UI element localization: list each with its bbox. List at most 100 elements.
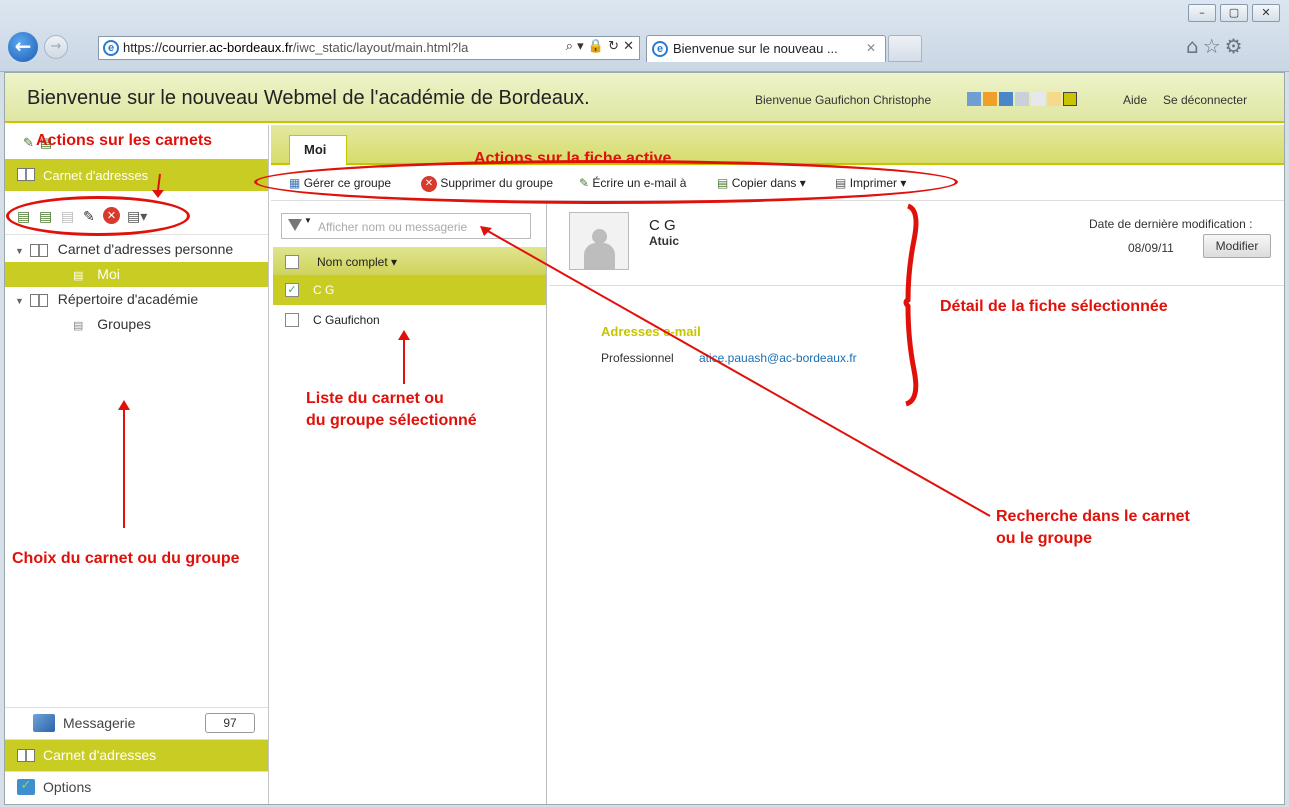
write-email-button[interactable]: ✎ Écrire un e-mail à (579, 176, 686, 190)
ie-page-icon: e (103, 40, 119, 56)
theme-swatch[interactable] (1015, 92, 1029, 106)
tree-item-label: Répertoire d'académie (57, 291, 199, 307)
url-prefix: https://courrier. (123, 40, 209, 55)
nav-label: Options (43, 779, 92, 795)
tree-item-groups[interactable]: ▤ Groupes (5, 312, 268, 337)
contact-name: C Gaufichon (313, 313, 380, 327)
list-item[interactable]: ✓ C G (273, 275, 546, 305)
modified-date: 08/09/11 (1128, 241, 1174, 255)
nav-label: Messagerie (63, 715, 136, 731)
browser-tools-icons[interactable]: ⌂☆⚙ (1186, 34, 1247, 58)
options-icon: ✓ (17, 779, 35, 795)
avatar-body (584, 243, 615, 269)
tree-item-personal-book[interactable]: ▼ Carnet d'adresses personne (5, 237, 268, 262)
welcome-user: Bienvenue Gaufichon Christophe (755, 93, 932, 107)
book-icon (29, 243, 48, 257)
copy-icon: ▤ (717, 176, 729, 190)
mail-icon (33, 714, 55, 732)
contact-name: C G (313, 283, 335, 297)
theme-swatch[interactable] (1047, 92, 1061, 106)
contact-full-name: C G (649, 217, 676, 234)
more-actions-icon[interactable]: ▤▾ (127, 209, 147, 225)
close-window-button[interactable]: ✕ (1252, 4, 1280, 22)
new-tab-button[interactable] (888, 35, 922, 62)
group-icon: ▤ (73, 320, 84, 332)
chevron-down-icon[interactable]: ▼ (15, 246, 24, 256)
left-panel: ✎▤ Carnet d'adresses ▤ ▤ ▤ ✎ ✕ ▤▾ ▼ Carn… (5, 125, 269, 804)
contact-detail: C G Atuic Date de dernière modification … (549, 201, 1284, 804)
tab-close-icon[interactable]: ✕ (866, 41, 876, 55)
address-book-icon (17, 749, 35, 762)
theme-swatch[interactable] (983, 92, 997, 106)
unread-count-badge: 97 (205, 713, 255, 733)
notebook-toolbar: ▤ ▤ ▤ ✎ ✕ ▤▾ (5, 199, 268, 235)
sort-by-name[interactable]: Nom complet ▾ (317, 255, 397, 269)
contact-organization: Atuic (649, 234, 679, 248)
modify-button[interactable]: Modifier (1203, 234, 1271, 258)
url-domain: ac-bordeaux.fr (208, 40, 293, 55)
chevron-down-icon: ▾ (900, 176, 907, 190)
webmail-app: Bienvenue sur le nouveau Webmel de l'aca… (4, 72, 1285, 805)
edit-pencil-icon[interactable]: ✎ (83, 209, 95, 225)
address-book-icon (17, 168, 35, 181)
tab-title: Bienvenue sur le nouveau ... (673, 41, 838, 56)
manage-group-button[interactable]: ▦ Gérer ce groupe (289, 176, 391, 190)
select-all-checkbox[interactable] (285, 255, 299, 269)
row-checkbox[interactable]: ✓ (285, 283, 299, 297)
action-label: Copier dans (731, 176, 797, 190)
card-actions-bar: ▦ Gérer ce groupe ✕ Supprimer du groupe … (271, 167, 1284, 201)
print-button[interactable]: ▤ Imprimer ▾ (835, 176, 906, 190)
share-icon[interactable]: ▤ (61, 209, 74, 225)
tree-item-moi[interactable]: ▤ Moi (5, 262, 268, 287)
new-contact-icons[interactable]: ✎▤ (23, 135, 58, 151)
url-path: /iwc_static/layout/main.html?la (292, 40, 469, 55)
search-input[interactable]: ▼ Afficher nom ou messagerie (281, 213, 531, 239)
action-label: Supprimer du groupe (440, 176, 554, 191)
action-label: Gérer ce groupe (303, 176, 392, 190)
delete-icon[interactable]: ✕ (103, 207, 120, 224)
contact-list-panel: ▼ Afficher nom ou messagerie Nom complet… (273, 201, 547, 804)
theme-swatch[interactable] (967, 92, 981, 106)
remove-from-group-button[interactable]: ✕ Supprimer du groupe (421, 176, 553, 192)
action-label: Imprimer (849, 176, 898, 190)
maximize-button[interactable]: ▢ (1220, 4, 1248, 22)
tab-moi[interactable]: Moi (289, 135, 347, 165)
address-controls[interactable]: ⌕ ▾ 🔒 ↻ ✕ (540, 36, 640, 60)
row-checkbox[interactable] (285, 313, 299, 327)
minimize-button[interactable]: – (1188, 4, 1216, 22)
column-header: Nom complet (317, 255, 388, 269)
copy-to-button[interactable]: ▤ Copier dans ▾ (717, 176, 806, 190)
book-icon (29, 293, 48, 307)
help-link[interactable]: Aide (1123, 93, 1147, 107)
section-title: Carnet d'adresses (43, 168, 149, 183)
add-contact-icon[interactable]: ▤ (39, 209, 52, 225)
tree-item-academy-directory[interactable]: ▼ Répertoire d'académie (5, 287, 268, 312)
modified-label: Date de dernière modification : (1089, 217, 1253, 231)
back-button[interactable]: ← (6, 30, 40, 64)
nav-mail[interactable]: Messagerie 97 (5, 707, 268, 739)
email-section-heading: Adresses e-mail (601, 324, 701, 339)
theme-swatch[interactable] (999, 92, 1013, 106)
theme-swatch[interactable] (1031, 92, 1045, 106)
chevron-down-icon[interactable]: ▼ (15, 296, 24, 306)
tree-item-label: Groupes (97, 316, 151, 332)
browser-tab[interactable]: e Bienvenue sur le nouveau ... (646, 35, 886, 62)
chevron-down-icon[interactable]: ▼ (304, 216, 312, 225)
theme-swatch[interactable] (1063, 92, 1077, 106)
nav-options[interactable]: ✓ Options (5, 771, 268, 803)
print-icon: ▤ (835, 176, 847, 190)
action-label: Écrire un e-mail à (592, 176, 687, 190)
filter-icon[interactable] (288, 219, 302, 231)
remove-icon: ✕ (421, 176, 437, 192)
browser-chrome: – ▢ ✕ ← → e https://courrier.ac-bordeaux… (0, 0, 1289, 72)
logout-link[interactable]: Se déconnecter (1163, 93, 1247, 107)
manage-group-icon: ▦ (289, 176, 301, 190)
list-item[interactable]: C Gaufichon (273, 305, 546, 335)
nav-address-book[interactable]: Carnet d'adresses (5, 739, 268, 771)
email-link[interactable]: atice.pauash@ac-bordeaux.fr (699, 351, 857, 365)
app-header: Bienvenue sur le nouveau Webmel de l'aca… (5, 73, 1284, 123)
new-notebook-icon[interactable]: ▤ (17, 209, 30, 225)
ie-tab-icon: e (652, 41, 668, 57)
search-placeholder: Afficher nom ou messagerie (318, 220, 468, 234)
forward-button[interactable]: → (44, 35, 68, 59)
